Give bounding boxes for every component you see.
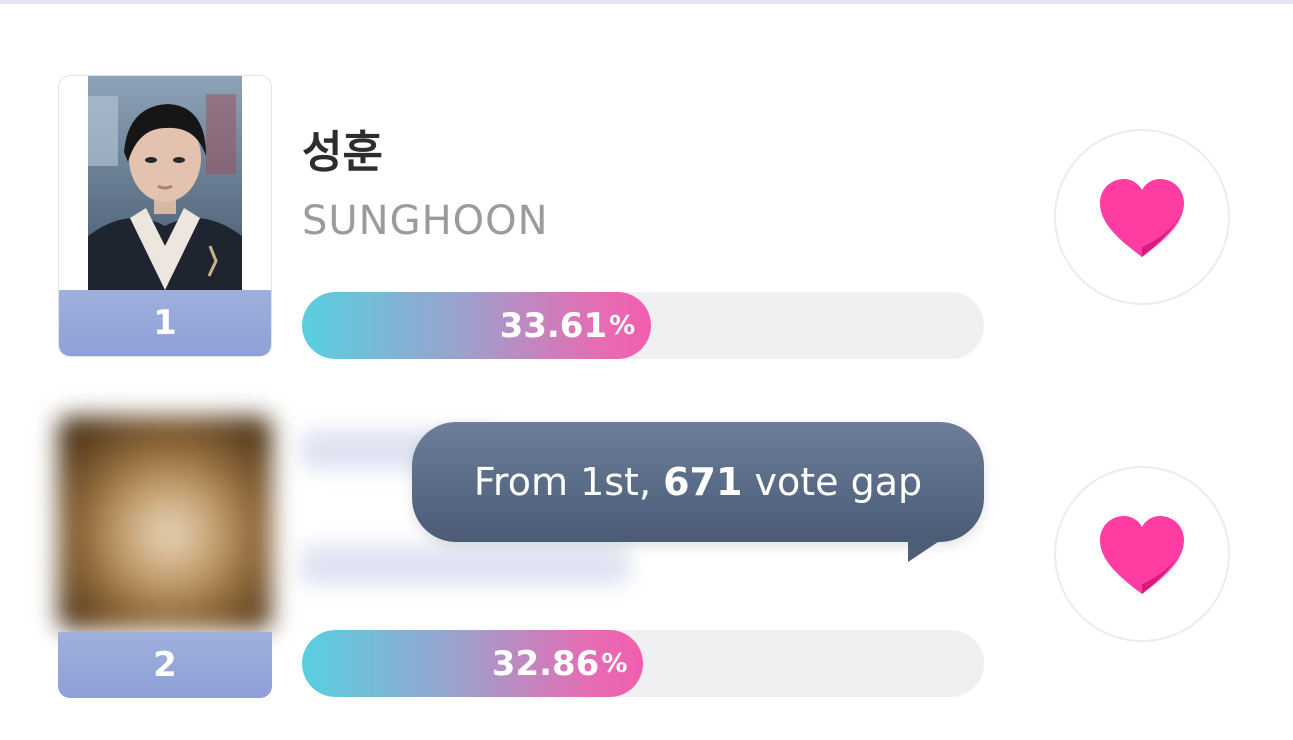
vote-progress-bar: 32.86 % (302, 630, 984, 697)
rank-badge: 2 (58, 632, 272, 698)
vote-percent-value: 33.61 (499, 305, 608, 346)
vote-heart-button[interactable] (1054, 466, 1230, 642)
vote-percent-value: 32.86 (491, 643, 600, 684)
candidate-photo (88, 76, 242, 290)
blurred-subname (300, 545, 630, 585)
candidate-photo-image (88, 76, 242, 290)
vote-progress-fill: 33.61 % (302, 292, 652, 359)
tooltip-suffix: vote gap (742, 460, 923, 504)
tooltip-gap-votes: 671 (663, 460, 743, 504)
vote-progress-bar: 33.61 % (302, 292, 984, 359)
tooltip-prefix: From 1st, (473, 460, 664, 504)
vote-gap-tooltip: From 1st, 671 vote gap (412, 422, 984, 542)
heart-icon (1100, 516, 1184, 594)
top-divider (0, 0, 1293, 4)
vote-heart-button[interactable] (1054, 129, 1230, 305)
percent-sign: % (609, 310, 636, 341)
tooltip-tail (908, 538, 944, 562)
vote-progress-fill: 32.86 % (302, 630, 644, 697)
rank-badge: 1 (59, 290, 271, 356)
percent-sign: % (601, 648, 628, 679)
candidate-card-1[interactable]: 1 (58, 75, 272, 357)
candidate-name-english: SUNGHOON (302, 198, 549, 244)
candidate-name-korean: 성훈 (302, 127, 383, 178)
heart-icon (1100, 179, 1184, 257)
candidate-card-2[interactable]: 2 (58, 416, 272, 698)
